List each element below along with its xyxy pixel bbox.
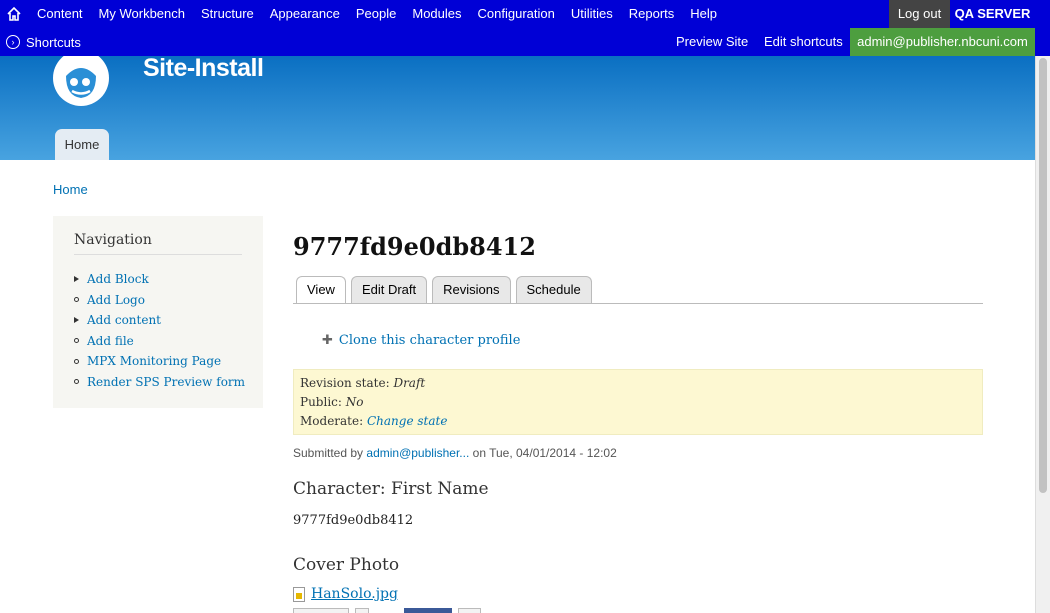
nav-item-mpx-monitoring[interactable]: MPX Monitoring Page [73, 351, 245, 372]
clone-link-label: Clone this character profile [338, 333, 521, 348]
menu-item-structure[interactable]: Structure [193, 0, 262, 28]
node-tabs: View Edit Draft Revisions Schedule [296, 276, 597, 303]
menu-item-configuration[interactable]: Configuration [470, 0, 563, 28]
admin-toolbar: Content My Workbench Structure Appearanc… [0, 0, 1050, 56]
edit-shortcuts-link[interactable]: Edit shortcuts [764, 28, 843, 56]
cover-photo-file: HanSolo.jpg [293, 586, 398, 602]
site-header: Site-Install Home [0, 56, 1035, 160]
collapsed-arrow-icon [74, 276, 79, 283]
toolbar-top-row: Content My Workbench Structure Appearanc… [0, 0, 1050, 28]
bullet-circle-icon [74, 379, 79, 385]
menu-item-appearance[interactable]: Appearance [262, 0, 348, 28]
shortcuts-toggle[interactable]: › Shortcuts [6, 28, 81, 56]
user-account-link[interactable]: admin@publisher.nbcuni.com [850, 28, 1035, 56]
toolbar-menu: Content My Workbench Structure Appearanc… [29, 0, 725, 28]
moderate-label: Moderate: [300, 414, 364, 428]
menu-item-utilities[interactable]: Utilities [563, 0, 621, 28]
nav-item-add-block[interactable]: Add Block [73, 269, 245, 290]
tab-view[interactable]: View [296, 276, 346, 303]
home-icon[interactable] [6, 6, 22, 22]
bullet-circle-icon [74, 297, 79, 303]
chevron-right-icon: › [6, 35, 20, 49]
partial-button[interactable] [293, 608, 349, 613]
nav-item-label: Add Block [87, 272, 149, 287]
navigation-block: Navigation Add Block Add Logo Add conten… [53, 216, 263, 408]
cover-photo-label: Cover Photo [293, 555, 400, 575]
public-row: Public: No [300, 393, 976, 412]
server-label: QA SERVER [954, 6, 1031, 21]
character-first-name-value: 9777fd9e0db8412 [293, 513, 414, 528]
tab-revisions[interactable]: Revisions [432, 276, 511, 303]
moderate-row: Moderate: Change state [300, 412, 976, 431]
toolbar-shortcuts-row: › Shortcuts Preview Site Edit shortcuts … [0, 28, 1050, 56]
menu-item-content[interactable]: Content [29, 0, 91, 28]
bullet-circle-icon [74, 338, 79, 344]
image-file-icon [293, 586, 305, 602]
site-name[interactable]: Site-Install [143, 56, 264, 81]
plus-icon: ✚ [322, 333, 333, 348]
navigation-divider [74, 254, 242, 255]
nav-item-add-logo[interactable]: Add Logo [73, 290, 245, 311]
submitted-date: on Tue, 04/01/2014 - 12:02 [472, 446, 617, 460]
partial-button[interactable] [355, 608, 369, 613]
page-scrollbar[interactable] [1035, 56, 1050, 613]
navigation-title: Navigation [74, 232, 152, 248]
author-link[interactable]: admin@publisher... [366, 446, 469, 460]
logout-button[interactable]: Log out [889, 0, 950, 28]
nav-item-label: Add Logo [87, 292, 145, 307]
page-title: 9777fd9e0db8412 [293, 232, 536, 261]
submitted-line: Submitted by admin@publisher... on Tue, … [293, 446, 617, 460]
menu-item-my-workbench[interactable]: My Workbench [91, 0, 193, 28]
public-label: Public: [300, 395, 342, 409]
partial-share-button[interactable] [404, 608, 452, 613]
shortcuts-label: Shortcuts [26, 34, 81, 50]
breadcrumb[interactable]: Home [53, 182, 88, 197]
drupal-logo-icon[interactable] [52, 56, 110, 106]
bullet-circle-icon [74, 358, 79, 364]
revision-state-row: Revision state: Draft [300, 374, 976, 393]
revision-info-box: Revision state: Draft Public: No Moderat… [293, 369, 983, 435]
clone-link[interactable]: ✚ Clone this character profile [322, 333, 520, 348]
menu-item-help[interactable]: Help [682, 0, 725, 28]
partial-button[interactable] [458, 608, 481, 613]
character-first-name-label: Character: First Name [293, 479, 489, 499]
collapsed-arrow-icon [74, 317, 79, 324]
change-state-link[interactable]: Change state [367, 414, 447, 428]
submitted-prefix: Submitted by [293, 446, 364, 460]
menu-item-reports[interactable]: Reports [621, 0, 683, 28]
tab-schedule[interactable]: Schedule [515, 276, 592, 303]
nav-item-render-sps-preview[interactable]: Render SPS Preview form [73, 372, 245, 393]
nav-item-label: Render SPS Preview form [87, 374, 246, 389]
navigation-list: Add Block Add Logo Add content Add file … [73, 269, 245, 392]
revision-state-label: Revision state: [300, 376, 390, 390]
nav-item-add-content[interactable]: Add content [73, 310, 245, 331]
scrollbar-thumb[interactable] [1039, 58, 1047, 493]
tabs-divider [293, 303, 983, 304]
nav-item-label: Add file [87, 333, 134, 348]
preview-site-link[interactable]: Preview Site [676, 28, 748, 56]
primary-tab-home[interactable]: Home [55, 129, 109, 160]
menu-item-modules[interactable]: Modules [404, 0, 469, 28]
tab-edit-draft[interactable]: Edit Draft [350, 276, 428, 303]
nav-item-label: Add content [87, 313, 161, 328]
menu-item-people[interactable]: People [348, 0, 404, 28]
nav-item-add-file[interactable]: Add file [73, 331, 245, 352]
file-link[interactable]: HanSolo.jpg [311, 586, 398, 602]
revision-state-value: Draft [393, 376, 426, 390]
nav-item-label: MPX Monitoring Page [87, 354, 222, 369]
public-value: No [345, 395, 364, 409]
